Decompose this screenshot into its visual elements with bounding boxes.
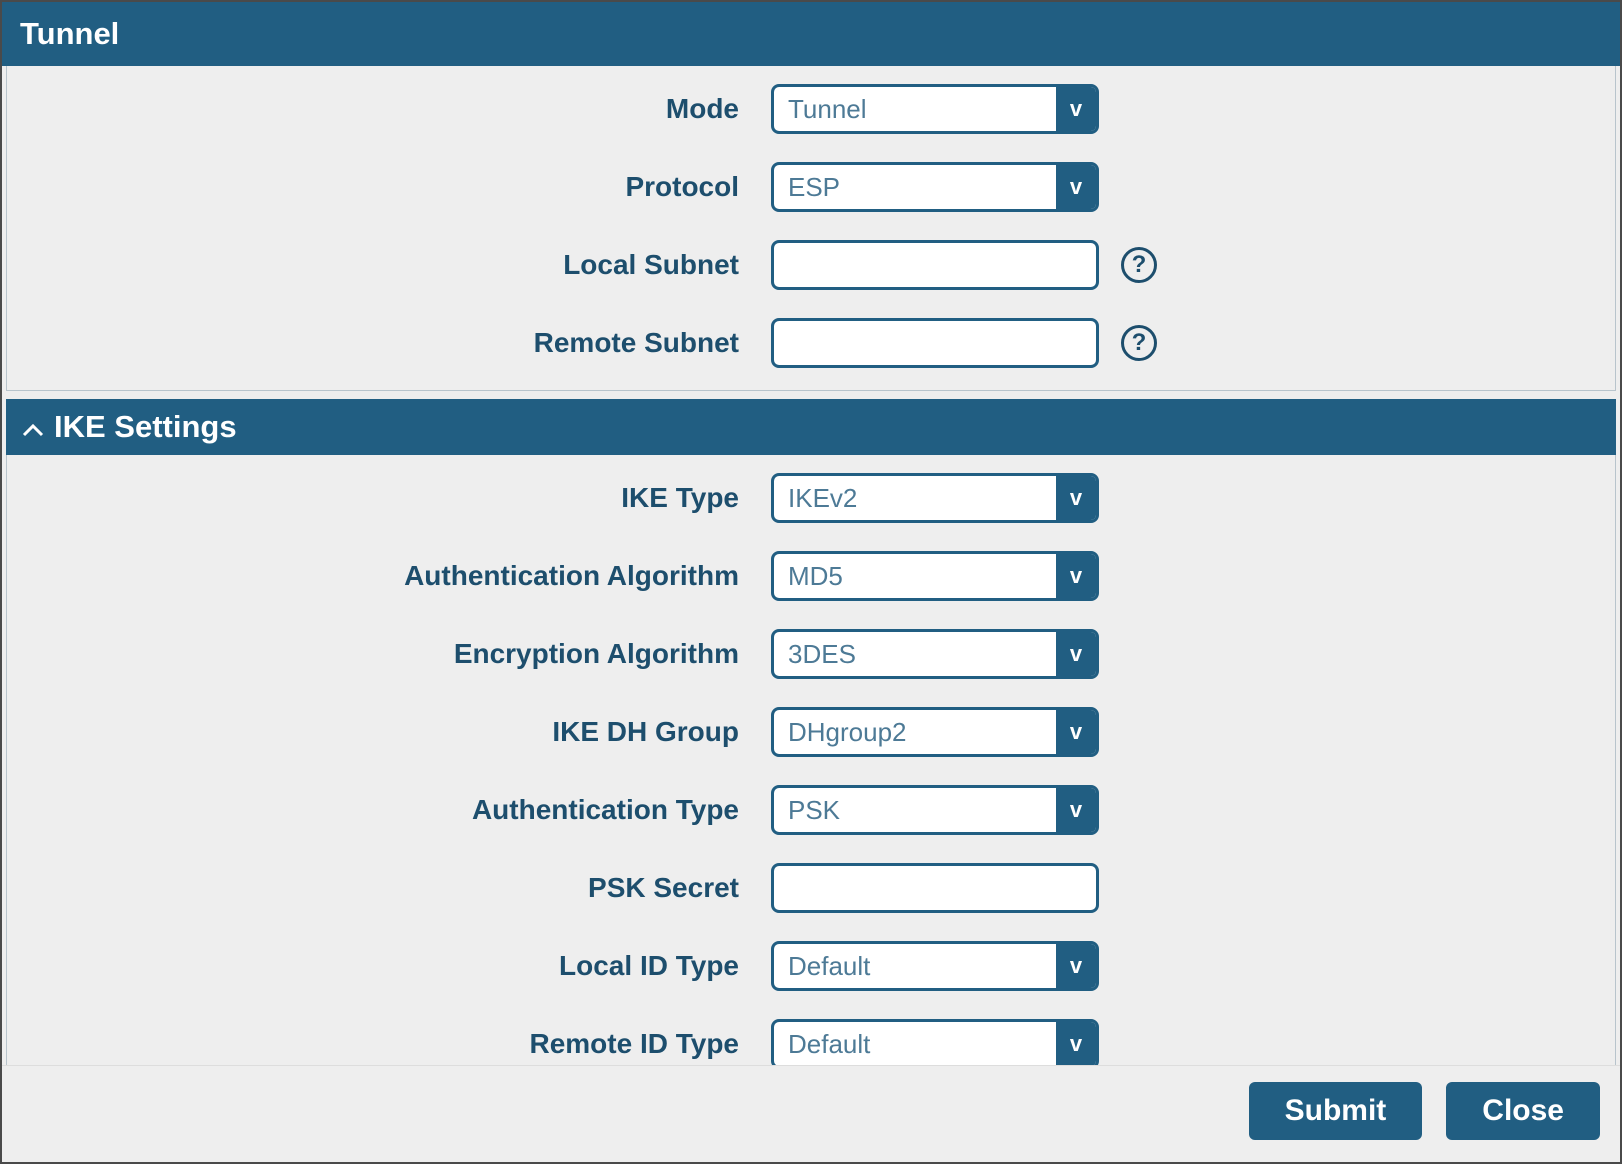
select-local-id-type-value: Default: [774, 944, 1056, 988]
chevron-down-icon: v: [1056, 788, 1096, 832]
label-local-id-type: Local ID Type: [31, 950, 771, 982]
tunnel-section-body: Mode Tunnel v Protocol ESP v: [6, 66, 1616, 391]
modal-body: Mode Tunnel v Protocol ESP v: [2, 66, 1620, 1065]
row-remote-subnet: Remote Subnet ?: [31, 318, 1591, 368]
input-psk-secret[interactable]: [771, 863, 1099, 913]
select-mode[interactable]: Tunnel v: [771, 84, 1099, 134]
label-auth-type: Authentication Type: [31, 794, 771, 826]
ike-section-body: IKE Type IKEv2 v Authentication Algorith…: [6, 455, 1616, 1065]
label-enc-algo: Encryption Algorithm: [31, 638, 771, 670]
chevron-down-icon: v: [1056, 1022, 1096, 1065]
chevron-up-icon: [22, 409, 44, 445]
select-protocol-value: ESP: [774, 165, 1056, 209]
row-local-id-type: Local ID Type Default v: [31, 941, 1591, 991]
help-icon[interactable]: ?: [1121, 325, 1157, 361]
select-dh-group-value: DHgroup2: [774, 710, 1056, 754]
label-psk-secret: PSK Secret: [31, 872, 771, 904]
modal-title: Tunnel: [2, 2, 1620, 66]
select-enc-algo[interactable]: 3DES v: [771, 629, 1099, 679]
select-local-id-type[interactable]: Default v: [771, 941, 1099, 991]
modal-footer: Submit Close: [2, 1065, 1620, 1162]
close-button[interactable]: Close: [1446, 1082, 1600, 1140]
input-remote-subnet[interactable]: [771, 318, 1099, 368]
chevron-down-icon: v: [1056, 944, 1096, 988]
input-local-subnet[interactable]: [771, 240, 1099, 290]
tunnel-modal: Tunnel Mode Tunnel v Protocol ESP v: [0, 0, 1622, 1164]
select-auth-type-value: PSK: [774, 788, 1056, 832]
chevron-down-icon: v: [1056, 165, 1096, 209]
row-local-subnet: Local Subnet ?: [31, 240, 1591, 290]
row-protocol: Protocol ESP v: [31, 162, 1591, 212]
label-dh-group: IKE DH Group: [31, 716, 771, 748]
row-remote-id-type: Remote ID Type Default v: [31, 1019, 1591, 1065]
select-dh-group[interactable]: DHgroup2 v: [771, 707, 1099, 757]
chevron-down-icon: v: [1056, 554, 1096, 598]
chevron-down-icon: v: [1056, 710, 1096, 754]
chevron-down-icon: v: [1056, 87, 1096, 131]
help-icon[interactable]: ?: [1121, 247, 1157, 283]
select-auth-algo-value: MD5: [774, 554, 1056, 598]
row-mode: Mode Tunnel v: [31, 84, 1591, 134]
select-mode-value: Tunnel: [774, 87, 1056, 131]
select-auth-algo[interactable]: MD5 v: [771, 551, 1099, 601]
select-protocol[interactable]: ESP v: [771, 162, 1099, 212]
chevron-down-icon: v: [1056, 632, 1096, 676]
submit-button[interactable]: Submit: [1249, 1082, 1423, 1140]
select-auth-type[interactable]: PSK v: [771, 785, 1099, 835]
row-ike-type: IKE Type IKEv2 v: [31, 473, 1591, 523]
chevron-down-icon: v: [1056, 476, 1096, 520]
label-ike-type: IKE Type: [31, 482, 771, 514]
select-remote-id-type[interactable]: Default v: [771, 1019, 1099, 1065]
row-auth-algo: Authentication Algorithm MD5 v: [31, 551, 1591, 601]
row-psk-secret: PSK Secret: [31, 863, 1591, 913]
row-dh-group: IKE DH Group DHgroup2 v: [31, 707, 1591, 757]
label-local-subnet: Local Subnet: [31, 249, 771, 281]
row-enc-algo: Encryption Algorithm 3DES v: [31, 629, 1591, 679]
label-mode: Mode: [31, 93, 771, 125]
label-auth-algo: Authentication Algorithm: [31, 560, 771, 592]
label-protocol: Protocol: [31, 171, 771, 203]
label-remote-subnet: Remote Subnet: [31, 327, 771, 359]
select-remote-id-type-value: Default: [774, 1022, 1056, 1065]
row-auth-type: Authentication Type PSK v: [31, 785, 1591, 835]
select-ike-type-value: IKEv2: [774, 476, 1056, 520]
ike-section-header[interactable]: IKE Settings: [6, 399, 1616, 455]
select-enc-algo-value: 3DES: [774, 632, 1056, 676]
label-remote-id-type: Remote ID Type: [31, 1028, 771, 1060]
ike-section-title: IKE Settings: [54, 409, 237, 445]
select-ike-type[interactable]: IKEv2 v: [771, 473, 1099, 523]
